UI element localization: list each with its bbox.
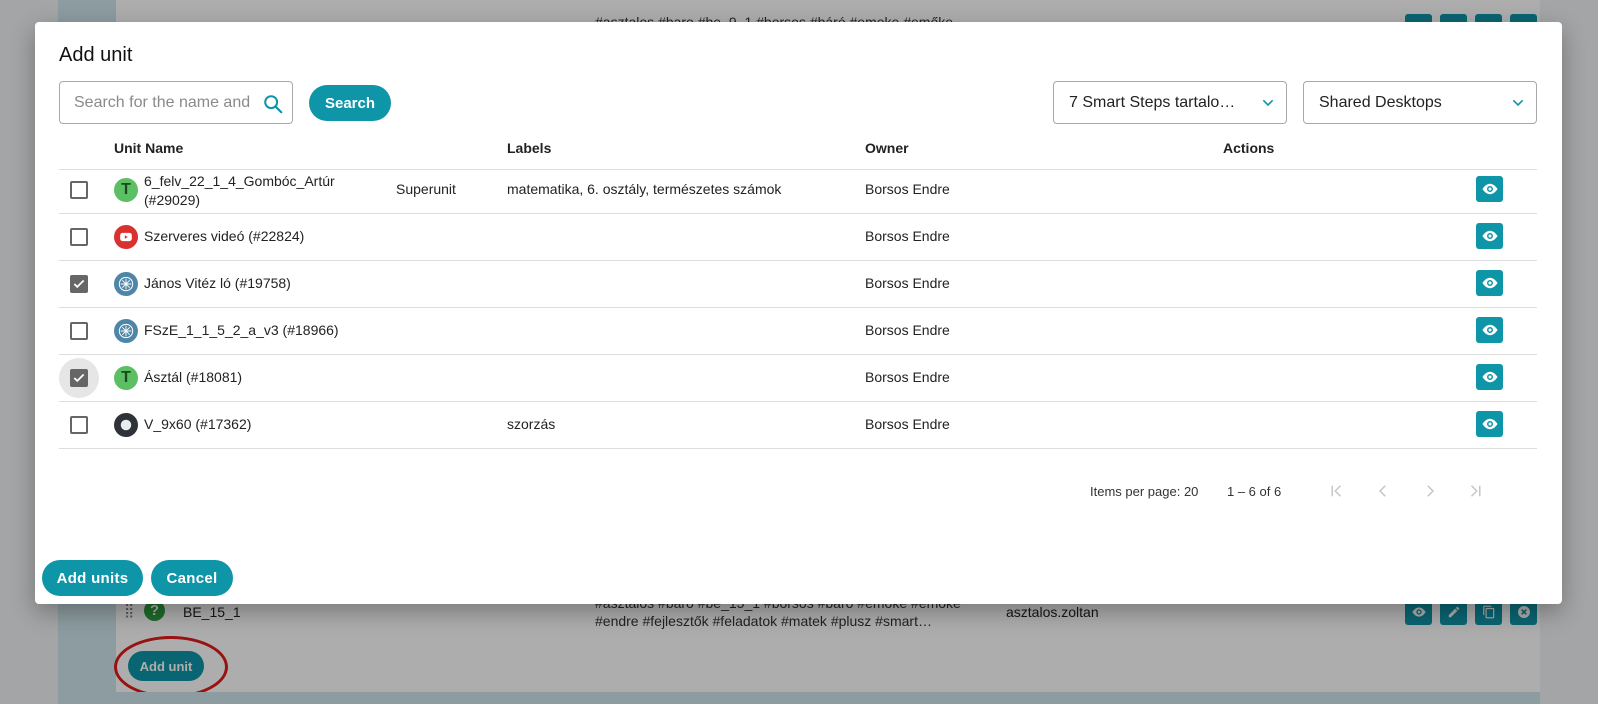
snowflake-icon xyxy=(114,319,138,343)
eye-icon xyxy=(1482,418,1497,430)
snowflake-icon xyxy=(114,272,138,296)
unit-labels: matematika, 6. osztály, természetes szám… xyxy=(507,181,782,197)
next-page-icon[interactable] xyxy=(1419,480,1441,502)
youtube-icon xyxy=(114,225,138,249)
unit-owner: Borsos Endre xyxy=(865,322,950,338)
preview-button[interactable] xyxy=(1476,317,1503,343)
table-row: FSzE_1_1_5_2_a_v3 (#18966) Borsos Endre xyxy=(59,307,1537,355)
table-row: T Ásztál (#18081) Borsos Endre xyxy=(59,354,1537,402)
add-units-button[interactable]: Add units xyxy=(42,560,143,596)
row-checkbox[interactable] xyxy=(59,358,99,398)
preview-button[interactable] xyxy=(1476,270,1503,296)
column-header-unit-name[interactable]: Unit Name xyxy=(114,140,183,156)
column-header-actions: Actions xyxy=(1223,140,1275,156)
checkbox-box[interactable] xyxy=(70,322,88,340)
previous-page-icon[interactable] xyxy=(1372,480,1394,502)
unit-owner: Borsos Endre xyxy=(865,181,950,197)
add-unit-dialog: Add unit Search 7 Smart Steps tartalo… S… xyxy=(35,22,1562,604)
unit-name: V_9x60 (#17362) xyxy=(144,416,252,432)
eye-icon xyxy=(1482,183,1497,195)
scope-select[interactable]: Shared Desktops xyxy=(1303,81,1537,124)
table-header: Unit Name Labels Owner Actions xyxy=(59,126,1537,170)
unit-owner: Borsos Endre xyxy=(865,228,950,244)
check-icon xyxy=(73,279,85,289)
row-checkbox[interactable] xyxy=(59,405,99,445)
table-row: T 6_felv_22_1_4_Gombóc_Artúr (#29029) Su… xyxy=(59,166,1537,214)
category-select[interactable]: 7 Smart Steps tartalo… xyxy=(1053,81,1287,124)
t-icon: T xyxy=(114,366,138,390)
row-checkbox[interactable] xyxy=(59,217,99,257)
table-row: Szerveres videó (#22824) Borsos Endre xyxy=(59,213,1537,261)
t-icon: T xyxy=(114,178,138,202)
chevron-down-icon xyxy=(1262,99,1274,107)
column-header-labels: Labels xyxy=(507,140,552,156)
page-range-label: 1 – 6 of 6 xyxy=(1227,484,1282,499)
scope-select-value: Shared Desktops xyxy=(1319,94,1442,111)
cancel-button[interactable]: Cancel xyxy=(151,560,233,596)
checkbox-box[interactable] xyxy=(70,181,88,199)
last-page-icon[interactable] xyxy=(1465,480,1487,502)
chevron-down-icon xyxy=(1512,99,1524,107)
unit-labels: szorzás xyxy=(507,416,556,432)
column-header-owner: Owner xyxy=(865,140,909,156)
check-icon xyxy=(73,373,85,383)
unit-owner: Borsos Endre xyxy=(865,369,950,385)
preview-button[interactable] xyxy=(1476,176,1503,202)
eye-icon xyxy=(1482,371,1497,383)
row-checkbox[interactable] xyxy=(59,311,99,351)
unit-name: 6_felv_22_1_4_Gombóc_Artúr (#29029) xyxy=(144,173,335,208)
first-page-icon[interactable] xyxy=(1325,480,1347,502)
unit-name: János Vitéz ló (#19758) xyxy=(144,275,291,291)
category-select-value: 7 Smart Steps tartalo… xyxy=(1069,94,1236,111)
eye-icon xyxy=(1482,324,1497,336)
checkbox-box[interactable] xyxy=(70,416,88,434)
search-input[interactable] xyxy=(74,92,256,114)
unit-owner: Borsos Endre xyxy=(865,275,950,291)
row-checkbox[interactable] xyxy=(59,170,99,210)
preview-button[interactable] xyxy=(1476,223,1503,249)
checkbox-box-checked[interactable] xyxy=(70,275,88,293)
circle-icon xyxy=(114,413,138,437)
row-checkbox[interactable] xyxy=(59,264,99,304)
eye-icon xyxy=(1482,230,1497,242)
unit-type: Superunit xyxy=(396,181,456,197)
checkbox-box[interactable] xyxy=(70,228,88,246)
unit-owner: Borsos Endre xyxy=(865,416,950,432)
preview-button[interactable] xyxy=(1476,364,1503,390)
dialog-title: Add unit xyxy=(59,44,133,66)
items-per-page-label[interactable]: Items per page: 20 xyxy=(1090,484,1198,499)
unit-name: Ásztál (#18081) xyxy=(144,369,243,385)
search-button[interactable]: Search xyxy=(309,85,391,121)
table-row: V_9x60 (#17362) szorzás Borsos Endre xyxy=(59,401,1537,449)
unit-name: Szerveres videó (#22824) xyxy=(144,228,305,244)
eye-icon xyxy=(1482,277,1497,289)
table-row: János Vitéz ló (#19758) Borsos Endre xyxy=(59,260,1537,308)
checkbox-box-checked[interactable] xyxy=(70,369,88,387)
unit-name: FSzE_1_1_5_2_a_v3 (#18966) xyxy=(144,322,339,338)
search-icon[interactable] xyxy=(262,93,284,115)
preview-button[interactable] xyxy=(1476,411,1503,437)
search-field[interactable] xyxy=(59,81,293,124)
